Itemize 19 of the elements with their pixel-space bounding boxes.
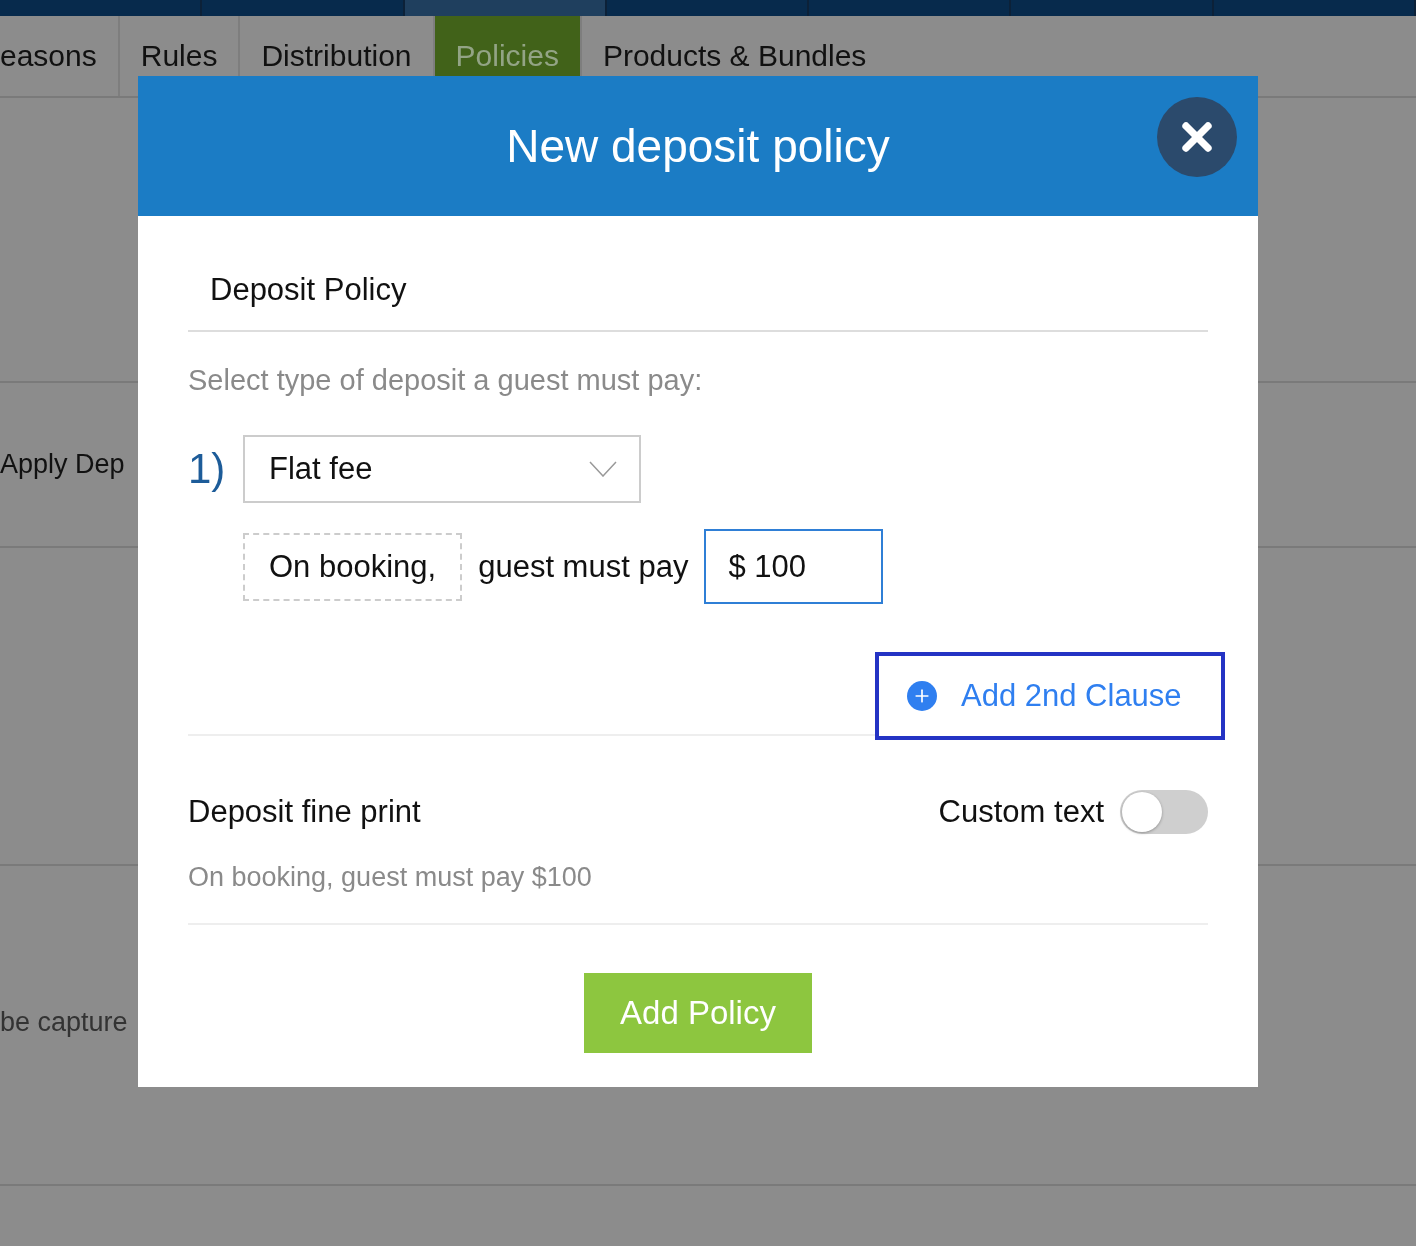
active-nav-tab[interactable] — [404, 0, 607, 16]
clause-number: 1) — [188, 445, 227, 493]
row-label: Apply Dep — [0, 449, 125, 480]
plus-icon — [907, 681, 937, 711]
fine-print-text: On booking, guest must pay $100 — [188, 862, 1208, 925]
clause-text: guest must pay — [478, 548, 689, 585]
prompt-text: Select type of deposit a guest must pay: — [188, 364, 704, 397]
toggle-label: Custom text — [938, 794, 1104, 830]
amount-field[interactable]: $ 100 — [704, 529, 884, 604]
add-clause-button[interactable]: Add 2nd Clause — [875, 652, 1225, 740]
deposit-type-select[interactable]: Flat fee — [243, 435, 641, 503]
custom-text-toggle[interactable] — [1120, 790, 1208, 834]
timing-select[interactable]: On booking, — [243, 532, 463, 601]
modal-title: New deposit policy — [506, 119, 890, 173]
fine-print-title: Deposit fine print — [188, 794, 421, 830]
chevron-down-icon — [589, 461, 617, 477]
row-text: be capture — [0, 1007, 128, 1038]
section-title: Deposit Policy — [188, 216, 1208, 332]
tab[interactable]: easons — [0, 16, 120, 96]
